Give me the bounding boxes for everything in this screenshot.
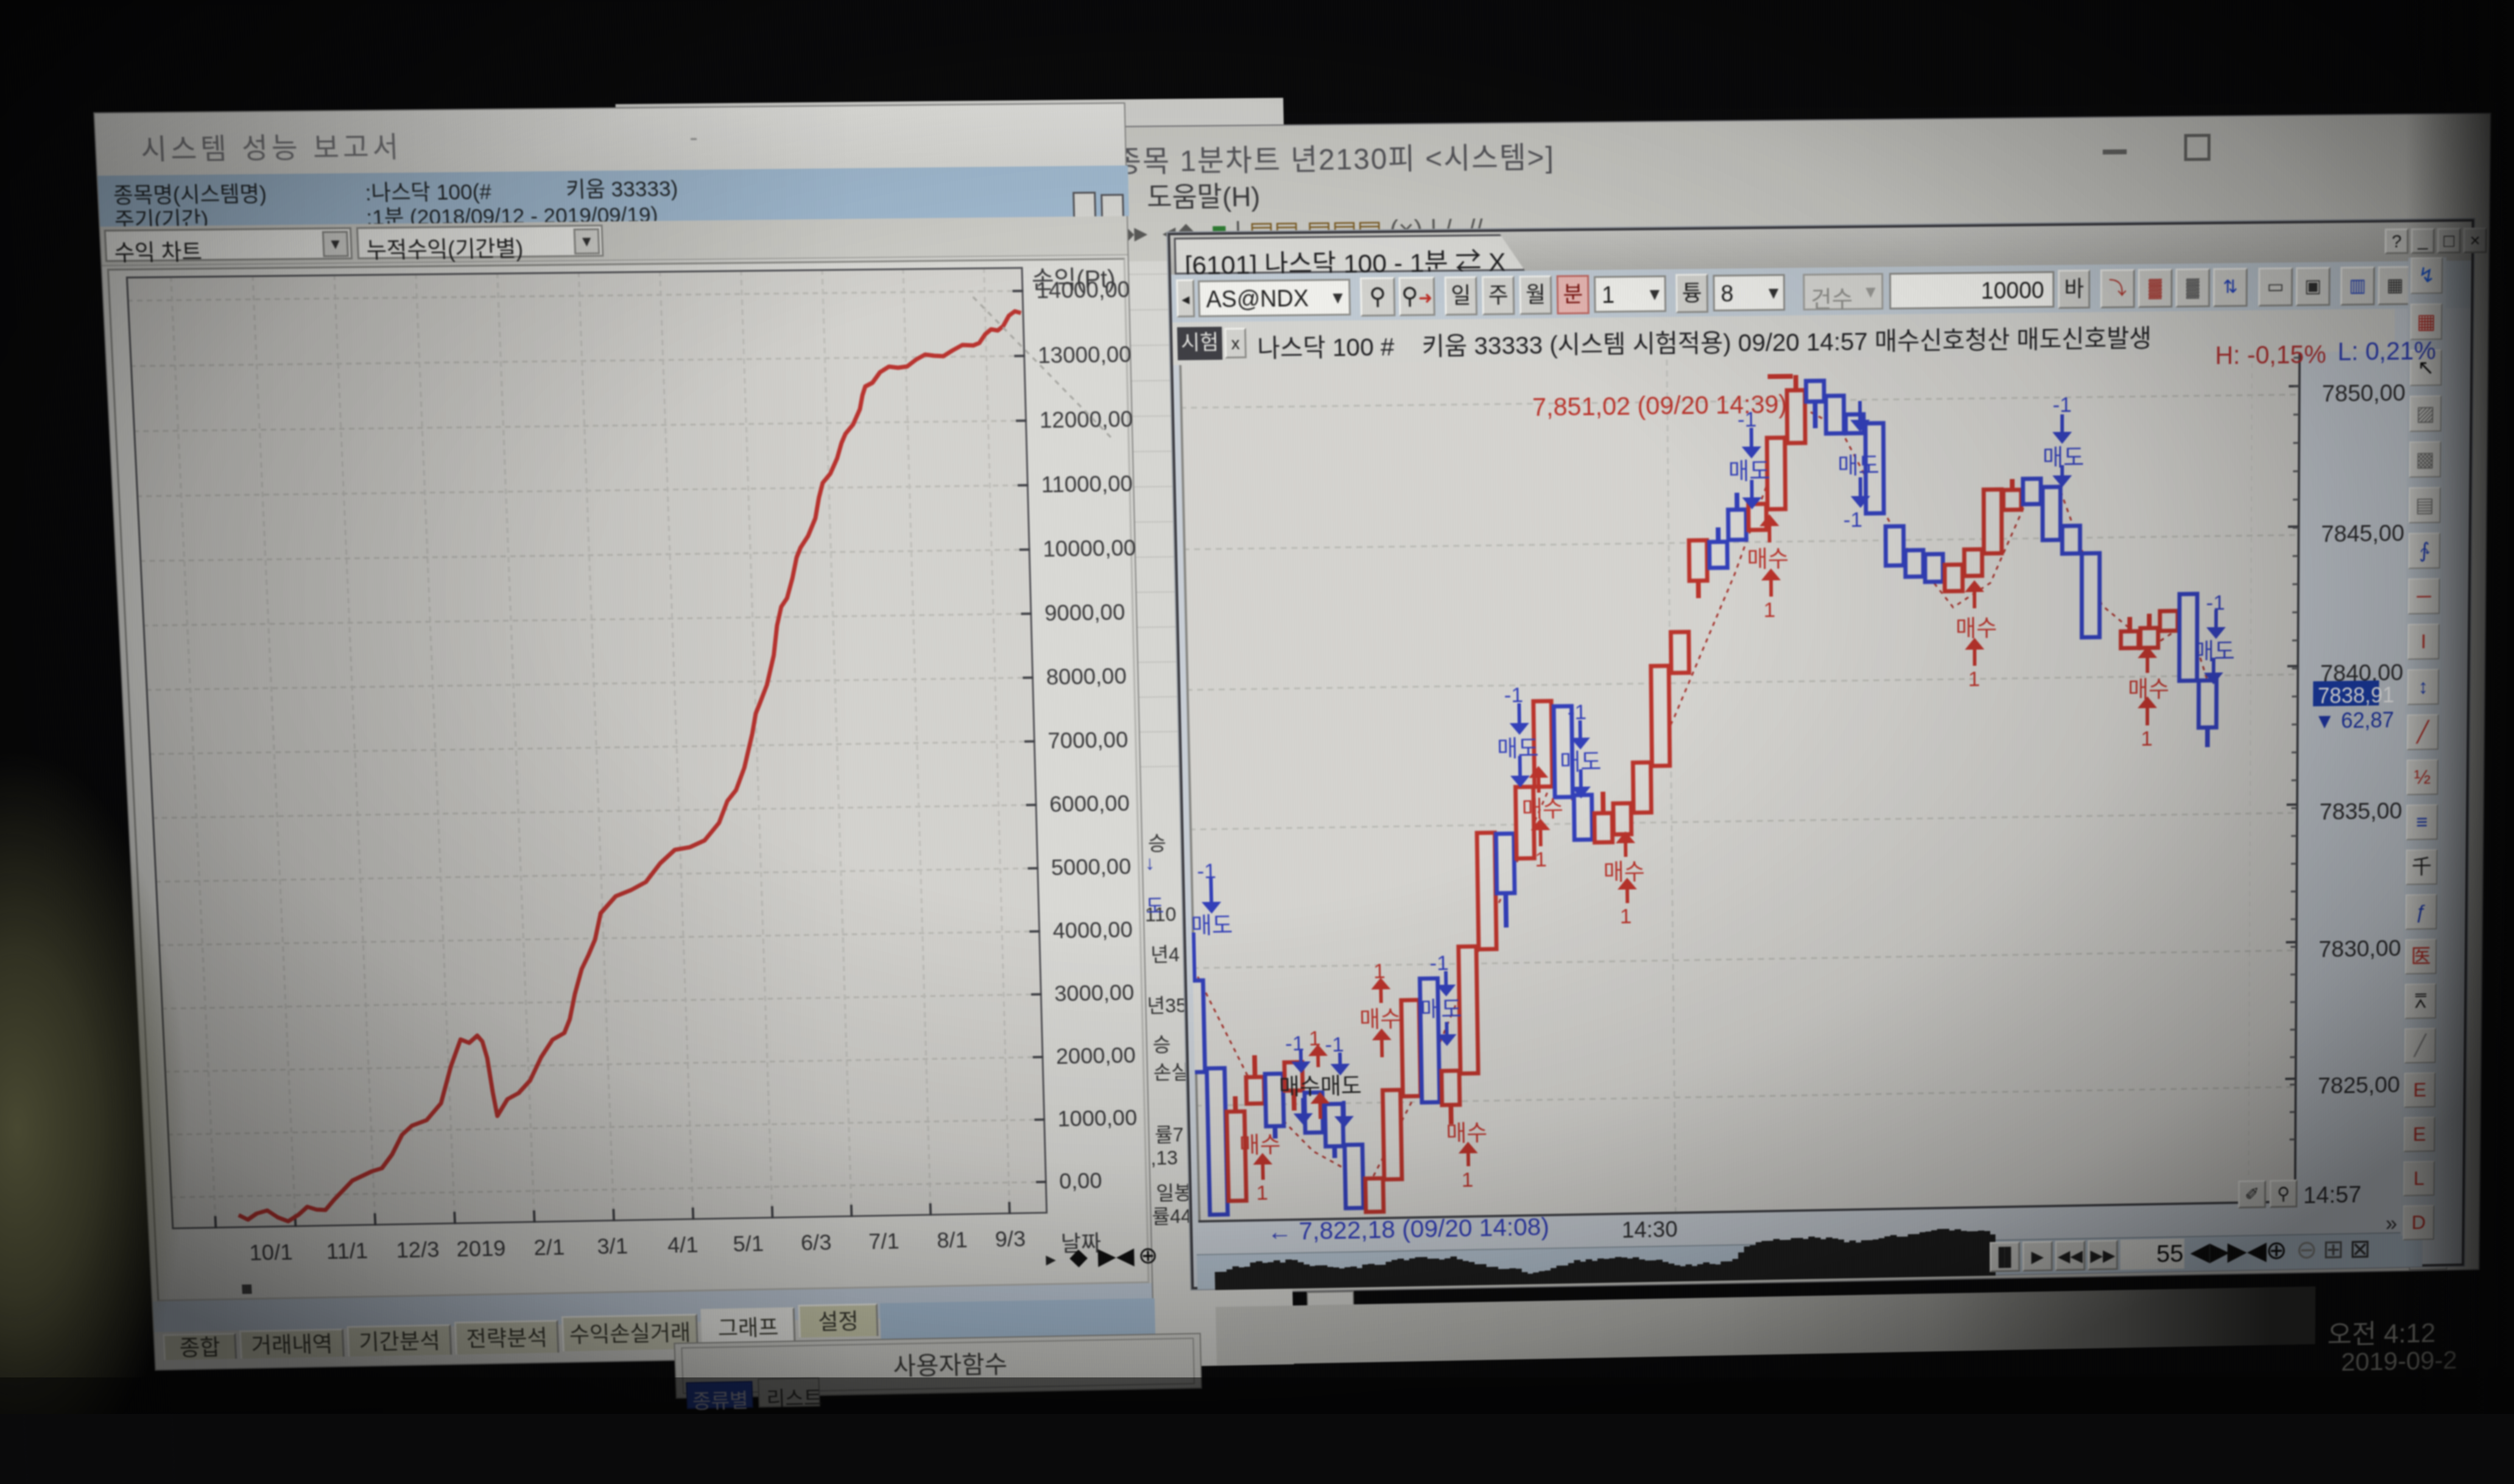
svg-text:1: 1 — [1256, 1181, 1268, 1204]
svg-text:매수: 매수 — [1446, 1120, 1487, 1146]
svg-text:매도: 매도 — [1191, 913, 1233, 938]
svg-text:매도: 매도 — [1497, 736, 1539, 761]
svg-text:매수: 매수 — [1747, 546, 1789, 572]
svg-text:매도: 매도 — [1837, 453, 1879, 479]
svg-text:매수: 매수 — [1603, 859, 1645, 885]
svg-text:1: 1 — [1968, 667, 1981, 691]
svg-text:매도: 매도 — [1420, 997, 1462, 1022]
svg-text:7,851,02 (09/20 14:39): 7,851,02 (09/20 14:39) — [1532, 390, 1787, 422]
svg-text:1: 1 — [1535, 847, 1547, 871]
svg-text:매수: 매수 — [1521, 797, 1563, 822]
svg-text:-1: -1 — [2052, 392, 2071, 417]
svg-text:매수: 매수 — [1956, 616, 1997, 641]
svg-text:1: 1 — [1764, 597, 1776, 622]
svg-text:매도: 매도 — [1728, 459, 1770, 485]
svg-text:1: 1 — [2141, 726, 2152, 750]
svg-text:1: 1 — [1462, 1168, 1474, 1192]
svg-text:1: 1 — [1373, 959, 1386, 983]
svg-text:1: 1 — [1620, 904, 1632, 928]
svg-text:-1: -1 — [1197, 859, 1216, 883]
svg-text:매수: 매수 — [1359, 1007, 1401, 1032]
svg-text:-1: -1 — [1843, 507, 1863, 532]
svg-text:-1: -1 — [1568, 700, 1587, 724]
svg-text:매수: 매수 — [1239, 1133, 1281, 1158]
